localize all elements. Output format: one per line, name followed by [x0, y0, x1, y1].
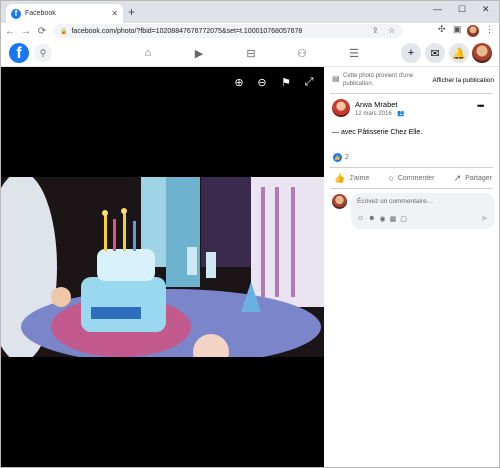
restore-button[interactable]: ☐: [458, 4, 466, 15]
browser-toolbar: ← → ⟳ 🔒 facebook.com/photo/?fbid=1020884…: [1, 23, 499, 39]
tag-icon[interactable]: ⚑: [279, 75, 293, 89]
facebook-logo-icon[interactable]: f: [9, 43, 29, 63]
avatar-sticker-icon[interactable]: ☺: [357, 215, 364, 223]
browser-window: f Facebook ✕ + — ☐ ✕ ← → ⟳ 🔒 facebook.co…: [0, 0, 500, 468]
post-date[interactable]: 12 mars 2016 · 👥: [355, 110, 405, 117]
comment-icon: ○: [388, 173, 394, 183]
zoom-in-icon[interactable]: ⊕: [232, 75, 246, 89]
create-icon[interactable]: +: [401, 43, 421, 63]
groups-icon[interactable]: ⚇: [294, 45, 310, 61]
comment-input[interactable]: Écrivez un commentaire… ☺ ☻ ◉ ▦ ▢ ➤: [351, 193, 495, 229]
photo-viewer: ⊕ ⊖ ⚑ ⤢: [1, 67, 324, 467]
photo-source-text: Cette photo provient d'une publication.: [343, 73, 414, 87]
post-actions: 👍 J'aime ○ Commenter ↗ Partager: [330, 169, 496, 187]
address-bar[interactable]: 🔒 facebook.com/photo/?fbid=1020884767677…: [54, 24, 402, 38]
comment-placeholder[interactable]: Écrivez un commentaire…: [357, 198, 433, 205]
post-side-panel: ▤ Cette photo provient d'une publication…: [324, 67, 499, 467]
home-icon[interactable]: ⌂: [140, 45, 156, 61]
gif-icon[interactable]: ▦: [390, 215, 397, 223]
search-icon[interactable]: ⚲: [34, 44, 52, 62]
new-tab-button[interactable]: +: [128, 5, 135, 19]
author-avatar[interactable]: [332, 99, 350, 117]
comment-tools: ☺ ☻ ◉ ▦ ▢: [357, 215, 407, 223]
fullscreen-icon[interactable]: ⤢: [302, 75, 316, 89]
back-icon[interactable]: ←: [3, 26, 17, 37]
tab-strip: f Facebook ✕ + — ☐ ✕: [1, 1, 499, 23]
camera-icon[interactable]: ◉: [380, 215, 386, 223]
like-button[interactable]: 👍 J'aime: [330, 169, 373, 187]
thumbs-up-icon: 👍: [334, 172, 346, 183]
zoom-out-icon[interactable]: ⊖: [255, 75, 269, 89]
divider: [330, 188, 493, 189]
browser-menu-icon[interactable]: ⋮: [485, 24, 494, 35]
browser-tab[interactable]: f Facebook ✕: [6, 4, 123, 23]
author-name[interactable]: Arwa Mrabet: [355, 100, 398, 109]
url-text[interactable]: facebook.com/photo/?fbid=102088476767720…: [71, 28, 302, 35]
share-arrow-icon: ↗: [453, 172, 462, 183]
lock-icon[interactable]: 🔒: [60, 28, 67, 35]
marketplace-icon[interactable]: ⊟: [243, 45, 259, 61]
menu-icon[interactable]: ☰: [346, 45, 362, 61]
facebook-favicon-icon: f: [11, 8, 21, 19]
messenger-icon[interactable]: ✉: [425, 43, 445, 63]
share-button[interactable]: ↗ Partager: [450, 169, 496, 187]
like-reaction-icon: 👍: [333, 153, 342, 162]
tab-close-icon[interactable]: ✕: [111, 9, 118, 18]
sticker-icon[interactable]: ▢: [400, 215, 407, 223]
divider: [330, 93, 493, 94]
more-options-icon[interactable]: •••: [477, 101, 485, 111]
divider: [330, 167, 493, 168]
view-post-link[interactable]: Afficher la publication: [432, 77, 494, 84]
forward-icon[interactable]: →: [19, 26, 33, 37]
profile-avatar[interactable]: [467, 25, 479, 37]
notifications-icon[interactable]: 🔔: [449, 43, 469, 63]
send-icon[interactable]: ➤: [480, 213, 488, 224]
post-text: — avec Pâtisserie Chez Elle.: [332, 129, 423, 136]
close-window-button[interactable]: ✕: [482, 4, 490, 15]
minimize-button[interactable]: —: [433, 4, 442, 14]
account-avatar[interactable]: [472, 43, 492, 63]
audience-friends-icon: 👥: [397, 111, 405, 117]
emoji-icon[interactable]: ☻: [368, 215, 375, 223]
photo-source-info: ▤ Cette photo provient d'une publication…: [332, 72, 494, 90]
info-photo-icon: ▤: [332, 74, 340, 83]
reaction-count[interactable]: 2: [345, 154, 349, 161]
commenter-avatar[interactable]: [332, 194, 347, 209]
bookmark-star-icon[interactable]: ☆: [388, 24, 395, 38]
side-panel-icon[interactable]: ▣: [453, 24, 462, 35]
extensions-icon[interactable]: ✣: [438, 24, 446, 35]
share-icon[interactable]: ⇪: [372, 24, 379, 38]
tab-title: Facebook: [25, 10, 56, 17]
birthday-cake-photo: [1, 177, 324, 357]
comment-button[interactable]: ○ Commenter: [384, 169, 438, 187]
watch-icon[interactable]: ▶: [191, 45, 207, 61]
facebook-header: f ⚲ ⌂ ▶ ⊟ ⚇ ☰ + ✉ 🔔: [1, 39, 499, 67]
reload-icon[interactable]: ⟳: [35, 26, 49, 37]
